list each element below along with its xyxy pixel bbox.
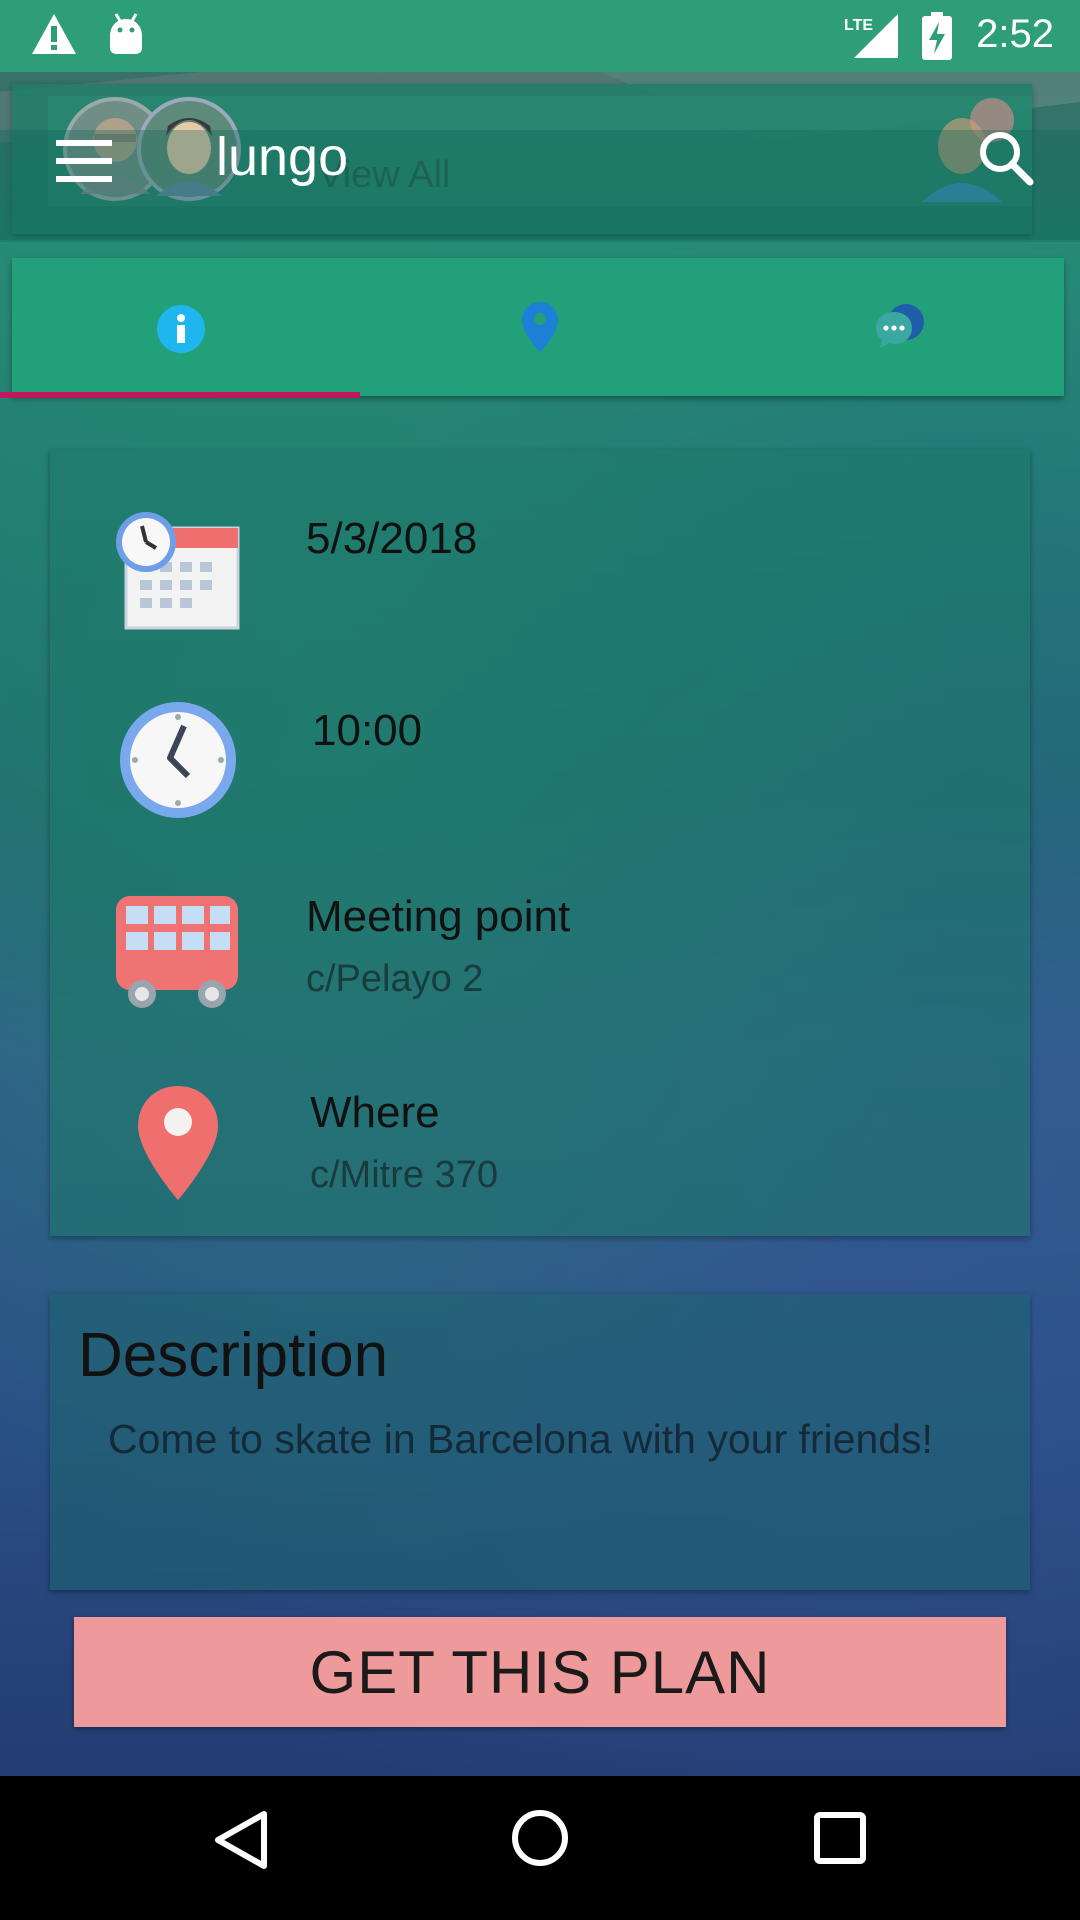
get-plan-button[interactable]: GET THIS PLAN [74,1617,1006,1727]
back-icon[interactable] [212,1808,272,1872]
where-value: c/Mitre 370 [310,1154,498,1196]
network-type: LTE [844,17,873,34]
description-card: Description Come to skate in Barcelona w… [50,1294,1030,1590]
calendar-icon [116,512,240,630]
home-icon[interactable] [510,1808,570,1868]
date-value: 5/3/2018 [306,514,478,563]
bus-icon [116,896,238,1008]
plan-details-card: 5/3/2018 10:00 Meeting point c/Pelayo 2 [50,450,1030,1236]
app-screen: View All lungo 5/3/2018 10:00 Meeting po… [0,0,1080,1776]
recents-icon[interactable] [812,1810,868,1866]
tab-bar [12,258,1064,396]
where-label: Where [310,1088,440,1137]
status-time: 2:52 [976,12,1054,56]
status-bar: LTE 2:52 [0,0,1080,72]
menu-icon[interactable] [56,138,112,186]
search-icon[interactable] [976,128,1036,188]
description-title: Description [78,1321,389,1390]
clock-icon [120,702,236,818]
app-bar [0,130,1080,240]
warning-icon [32,14,76,54]
tab-location[interactable] [362,258,712,396]
tab-chat[interactable] [712,258,1062,396]
map-pin-icon [522,302,558,352]
battery-charging-icon [922,12,952,60]
system-nav-bar [0,1776,1080,1920]
time-value: 10:00 [312,706,423,755]
meeting-point-label: Meeting point [306,892,571,941]
app-title: lungo [216,127,349,187]
android-icon [110,13,142,54]
location-pin-icon [138,1086,218,1200]
meeting-point-value: c/Pelayo 2 [306,958,484,1000]
chat-icon [876,304,924,348]
tab-info[interactable] [12,258,362,396]
lte-signal-icon: LTE [844,14,898,58]
info-icon [157,305,205,353]
description-text: Come to skate in Barcelona with your fri… [108,1416,933,1462]
tab-selected-indicator [0,392,360,398]
